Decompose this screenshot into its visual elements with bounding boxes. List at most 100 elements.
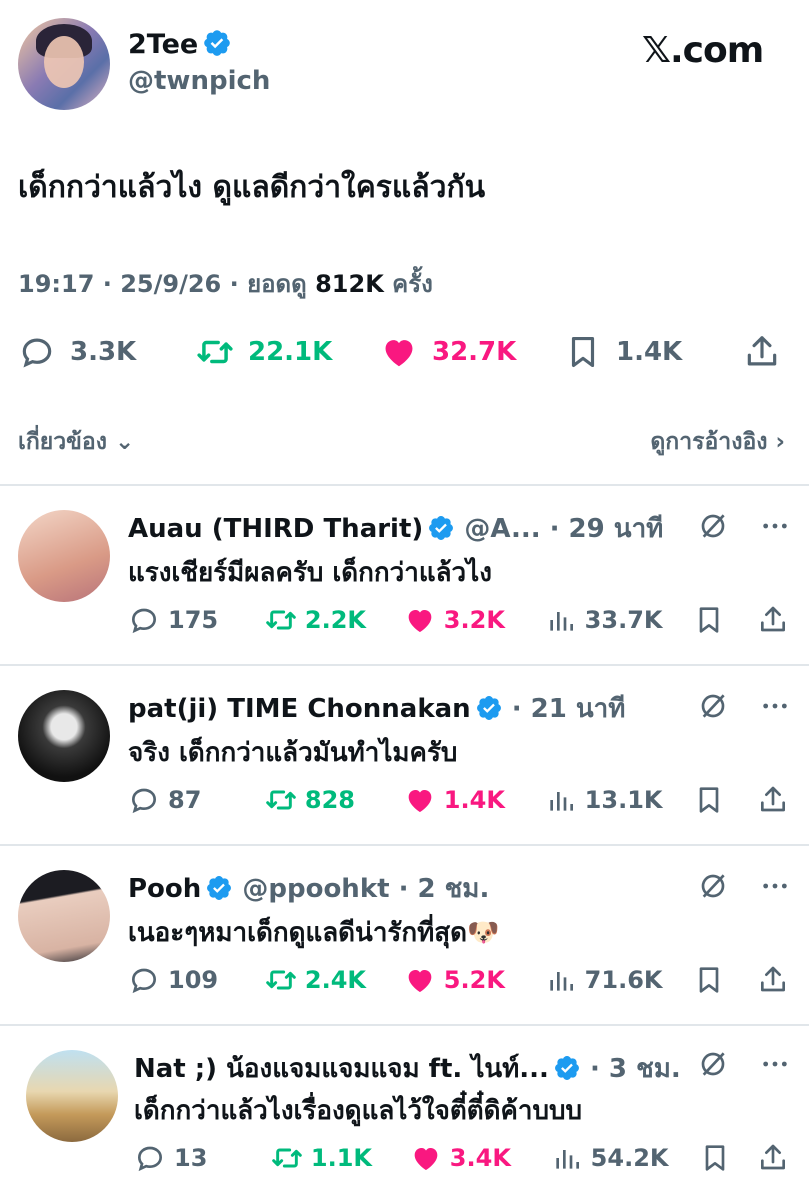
view-count[interactable]: 71.6K — [545, 964, 694, 996]
retweet-count[interactable]: 2.4K — [265, 964, 404, 996]
reply-count[interactable]: 87 — [128, 784, 265, 816]
share-icon — [761, 1144, 786, 1170]
retweet-icon — [266, 790, 296, 810]
bookmark-icon — [571, 336, 595, 368]
reply-count[interactable]: 109 — [128, 964, 265, 996]
reply-header[interactable]: Nat ;) น้องแจมแจมแจม ft. ไนท์... · 3 ชม. — [134, 1048, 681, 1089]
like-count[interactable]: 3.2K — [404, 604, 545, 636]
retweet-icon — [266, 610, 296, 630]
more-icon[interactable] — [759, 690, 791, 722]
reply-actions-top — [697, 1048, 791, 1080]
more-icon[interactable] — [759, 510, 791, 542]
reply-avatar[interactable] — [18, 690, 110, 782]
reply-count[interactable]: 175 — [128, 604, 265, 636]
reply-text: แรงเชียร์มีผลครับ เด็กกว่าแล้วไง — [128, 558, 492, 588]
reply-item[interactable]: Nat ;) น้องแจมแจมแจม ft. ไนท์... · 3 ชม.… — [0, 1026, 809, 1200]
views-icon — [550, 792, 573, 811]
verified-badge-icon — [207, 876, 232, 900]
reply-text: จริง เด็กกว่าแล้วมันทำไมครับ — [128, 738, 458, 768]
reply-actions-top — [697, 690, 791, 722]
grok-icon[interactable] — [697, 510, 729, 542]
author-name[interactable]: 2Tee — [128, 28, 232, 60]
share-icon — [760, 786, 785, 812]
reply-icon — [131, 788, 157, 814]
view-count[interactable]: 54.2K — [551, 1142, 700, 1174]
bookmark-button[interactable] — [693, 784, 757, 816]
reply-header[interactable]: Pooh @ppoohkt · 2 ชม. — [128, 868, 489, 909]
bookmark-icon — [700, 967, 719, 993]
verified-badge-icon — [204, 30, 231, 56]
reply-avatar[interactable] — [18, 510, 110, 602]
retweet-icon — [272, 1148, 302, 1168]
heart-icon — [385, 340, 413, 367]
author-avatar[interactable] — [18, 18, 110, 110]
bookmark-icon — [700, 787, 719, 813]
reply-item[interactable]: Pooh @ppoohkt · 2 ชม. เนอะๆหมาเด็กดูแลดี… — [0, 846, 809, 1024]
reply-text: เด็กกว่าแล้วไงเรื่องดูแลไว้ใจตี๋ตี๋ดิค้า… — [134, 1096, 583, 1126]
grok-icon[interactable] — [697, 690, 729, 722]
reply-stats: 87 828 1.4K 13.1K — [128, 784, 789, 816]
verified-badge-icon — [429, 516, 454, 540]
bookmark-button[interactable] — [693, 604, 757, 636]
bookmark-stat[interactable]: 1.4K — [564, 333, 682, 371]
related-dropdown[interactable]: เกี่ยวข้อง ⌄ — [18, 424, 134, 460]
reply-item[interactable]: pat(ji) TIME Chonnakan · 21 นาที จริง เด… — [0, 666, 809, 844]
like-count[interactable]: 1.4K — [404, 784, 545, 816]
view-count[interactable]: 33.7K — [545, 604, 694, 636]
heart-icon — [414, 1148, 438, 1170]
retweet-count[interactable]: 828 — [265, 784, 404, 816]
reply-header[interactable]: Auau (THIRD Tharit) @A... · 29 นาที — [128, 508, 663, 549]
like-count[interactable]: 5.2K — [404, 964, 545, 996]
reply-avatar[interactable] — [26, 1050, 118, 1142]
reply-icon — [137, 1146, 163, 1172]
retweet-icon — [197, 340, 233, 364]
share-icon — [747, 336, 777, 366]
chevron-right-icon: › — [775, 429, 785, 455]
reply-header[interactable]: pat(ji) TIME Chonnakan · 21 นาที — [128, 688, 625, 729]
reply-icon — [131, 968, 157, 994]
more-icon[interactable] — [759, 1048, 791, 1080]
share-icon — [760, 966, 785, 992]
share-button[interactable] — [743, 333, 781, 371]
heart-icon — [408, 610, 432, 632]
share-button[interactable] — [757, 604, 789, 636]
share-icon — [760, 606, 785, 632]
views-icon — [556, 1150, 579, 1169]
chevron-down-icon: ⌄ — [114, 429, 135, 455]
share-button[interactable] — [757, 1142, 789, 1174]
bookmark-button[interactable] — [693, 964, 757, 996]
share-button[interactable] — [757, 964, 789, 996]
grok-icon[interactable] — [697, 1048, 729, 1080]
retweet-stat[interactable]: 22.1K — [196, 333, 332, 371]
view-quotes-link[interactable]: ดูการอ้างอิง › — [650, 424, 785, 460]
like-count[interactable]: 3.4K — [410, 1142, 551, 1174]
verified-badge-icon — [554, 1056, 579, 1080]
more-icon[interactable] — [759, 870, 791, 902]
reply-item[interactable]: Auau (THIRD Tharit) @A... · 29 นาที แรงเ… — [0, 486, 809, 664]
reply-avatar[interactable] — [18, 870, 110, 962]
share-button[interactable] — [757, 784, 789, 816]
views-icon — [550, 972, 573, 991]
bookmark-icon — [700, 607, 719, 633]
views-icon — [550, 612, 573, 631]
tweet-text: เด็กกว่าแล้วไง ดูแลดีกว่าใครแล้วกัน — [18, 170, 486, 205]
reply-actions-top — [697, 510, 791, 542]
heart-icon — [408, 970, 432, 992]
reply-stats: 13 1.1K 3.4K 54.2K — [134, 1142, 789, 1174]
view-count[interactable]: 13.1K — [545, 784, 694, 816]
xcom-logo: 𝕏.com — [642, 30, 764, 71]
reply-stats: 109 2.4K 5.2K 71.6K — [128, 964, 789, 996]
reply-stat[interactable]: 3.3K — [18, 333, 136, 371]
retweet-count[interactable]: 1.1K — [271, 1142, 410, 1174]
like-stat[interactable]: 32.7K — [380, 333, 516, 371]
grok-icon[interactable] — [697, 870, 729, 902]
reply-icon — [22, 338, 52, 368]
retweet-count[interactable]: 2.2K — [265, 604, 404, 636]
reply-actions-top — [697, 870, 791, 902]
tweet-meta: 19:17 · 25/9/26 · ยอดดู 812K ครั้ง — [18, 270, 433, 298]
bookmark-button[interactable] — [699, 1142, 757, 1174]
reply-count[interactable]: 13 — [134, 1142, 271, 1174]
reply-icon — [131, 608, 157, 634]
author-handle[interactable]: @twnpich — [128, 66, 270, 96]
retweet-icon — [266, 970, 296, 990]
